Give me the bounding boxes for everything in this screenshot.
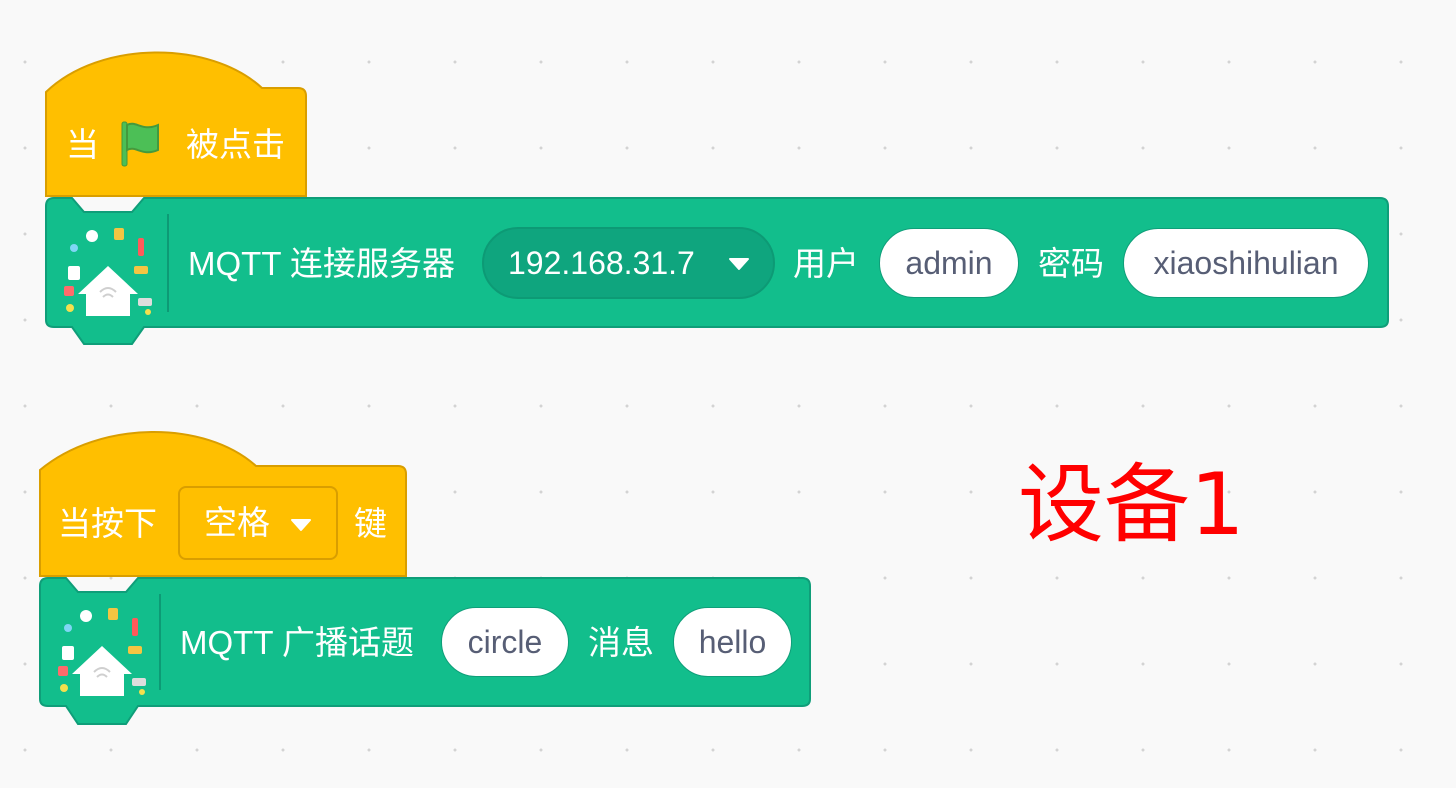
key-dropdown[interactable]: 空格 — [178, 486, 338, 560]
mqtt-broadcast-label: MQTT 广播话题 — [180, 624, 415, 661]
message-label: 消息 — [588, 624, 654, 661]
hat-when-press-label: 当按下 — [58, 505, 157, 542]
topic-input[interactable]: circle — [441, 607, 569, 677]
iot-smart-home-icon — [58, 608, 146, 696]
dropdown-arrow-icon — [291, 519, 311, 531]
device-annotation: 设备1 — [1018, 455, 1245, 555]
script-when-key-pressed[interactable]: 当按下 空格 键 MQTT 广播话题 circle 消息 hello — [0, 0, 1456, 788]
message-input[interactable]: hello — [673, 607, 792, 677]
key-value: 空格 — [204, 504, 270, 541]
hat-key-label: 键 — [354, 505, 387, 542]
